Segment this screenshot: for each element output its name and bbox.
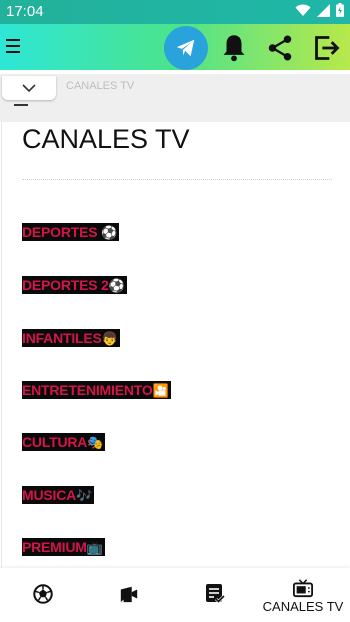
header-bar: CANALES TV [0, 74, 350, 122]
exit-icon [315, 36, 340, 60]
content-card: CANALES TV DEPORTES ⚽ DEPORTES 2⚽ INFANT… [1, 122, 350, 568]
soccer-ball-icon [31, 582, 55, 606]
breadcrumb: CANALES TV [66, 80, 135, 92]
telegram-icon [176, 39, 195, 57]
status-icons [295, 3, 344, 17]
category-link-musica[interactable]: MUSICA🎶 [22, 486, 95, 504]
category-link-premium[interactable]: PREMIUM📺 [22, 538, 105, 556]
theater-masks-emoji-icon: 🎭 [87, 435, 104, 450]
tab-indicator [14, 104, 28, 106]
soccer-ball-emoji-icon: ⚽ [101, 225, 118, 240]
category-link-entretenimiento[interactable]: ENTRETENIMIENTO🎦 [22, 381, 171, 399]
chevron-down-icon [22, 83, 36, 92]
nav-item-canales-tv[interactable]: CANALES TV [260, 568, 346, 622]
nav-item-guide[interactable] [172, 568, 258, 622]
collapse-tab[interactable] [2, 76, 56, 100]
page-title: CANALES TV [22, 124, 190, 154]
video-camera-icon [117, 582, 141, 606]
status-time: 17:04 [6, 3, 44, 20]
nav-label-canales-tv: CANALES TV [262, 599, 344, 614]
music-notes-emoji-icon: 🎶 [76, 488, 93, 503]
category-link-cultura[interactable]: CULTURA🎭 [22, 433, 106, 451]
signal-icon [317, 3, 330, 17]
app-bar [0, 24, 350, 70]
bell-icon [223, 35, 245, 62]
notifications-button[interactable] [218, 32, 250, 64]
battery-icon [336, 3, 344, 17]
television-emoji-icon: 📺 [86, 540, 103, 555]
tv-icon [291, 576, 315, 600]
category-link-infantiles[interactable]: INFANTILES👦 [22, 329, 120, 347]
menu-icon[interactable] [6, 39, 20, 57]
category-link-deportes[interactable]: DEPORTES ⚽ [22, 223, 120, 241]
nav-item-sports[interactable] [0, 568, 86, 622]
checklist-icon [203, 582, 227, 606]
divider [22, 179, 332, 180]
boy-emoji-icon: 👦 [101, 331, 118, 346]
status-bar: 17:04 [0, 0, 350, 24]
exit-button[interactable] [311, 32, 343, 64]
wifi-icon [295, 4, 311, 16]
share-button[interactable] [264, 32, 296, 64]
nav-item-videos[interactable] [86, 568, 172, 622]
bottom-navigation: CANALES TV [0, 568, 350, 622]
telegram-button[interactable] [164, 26, 208, 70]
cinema-emoji-icon: 🎦 [152, 383, 169, 398]
category-link-deportes-2[interactable]: DEPORTES 2⚽ [22, 276, 127, 294]
soccer-ball-emoji-icon: ⚽ [108, 278, 125, 293]
share-icon [268, 35, 292, 61]
